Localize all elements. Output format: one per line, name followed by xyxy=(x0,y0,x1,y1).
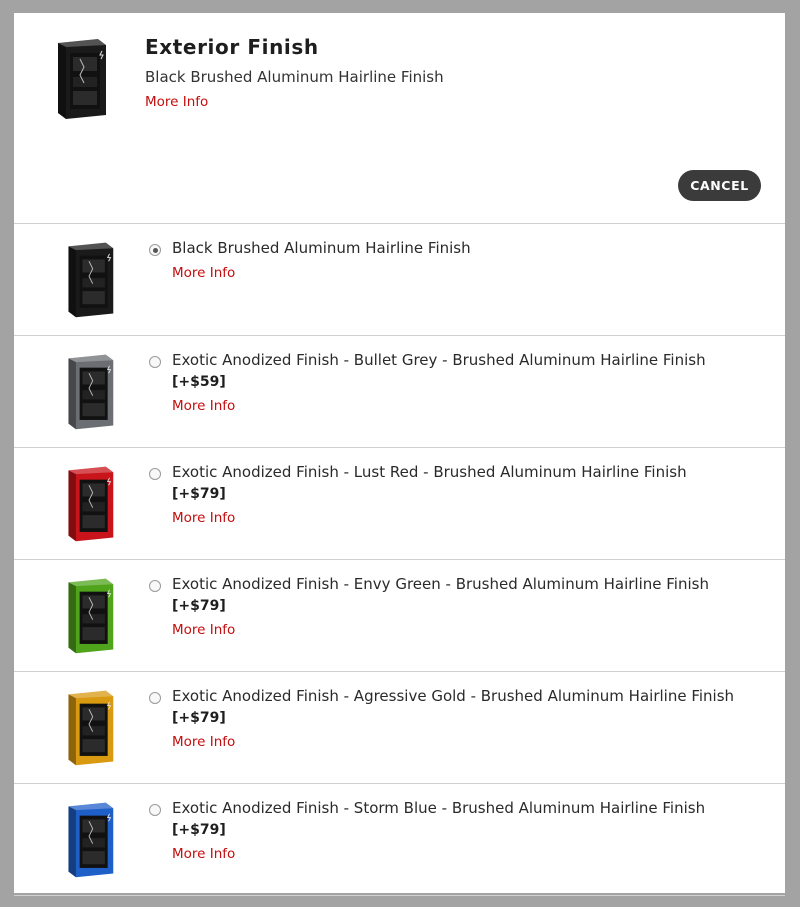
finish-option-name: Exotic Anodized Finish - Storm Blue - Br… xyxy=(172,799,706,817)
finish-radio[interactable] xyxy=(149,468,161,480)
black-case-icon xyxy=(61,239,117,319)
finish-option-name: Exotic Anodized Finish - Agressive Gold … xyxy=(172,687,735,705)
more-info-link[interactable]: More Info xyxy=(172,510,235,526)
green-case-icon xyxy=(61,575,117,655)
finish-radio[interactable] xyxy=(149,692,161,704)
more-info-link[interactable]: More Info xyxy=(172,622,235,638)
finish-option[interactable]: Exotic Anodized Finish - Agressive Gold … xyxy=(14,672,785,784)
finish-option-price: [+$79] xyxy=(172,822,226,838)
finish-option[interactable]: Black Brushed Aluminum Hairline Finish Mo… xyxy=(14,224,785,336)
finish-option-price: [+$79] xyxy=(172,598,226,614)
finish-option-name: Exotic Anodized Finish - Lust Red - Brus… xyxy=(172,463,687,481)
cancel-button[interactable]: CANCEL xyxy=(678,170,761,201)
more-info-link[interactable]: More Info xyxy=(172,398,235,414)
finish-option[interactable]: Exotic Anodized Finish - Storm Blue - Br… xyxy=(14,784,785,896)
exterior-finish-dialog: Exterior Finish Black Brushed Aluminum H… xyxy=(14,13,785,896)
finish-option-name: Exotic Anodized Finish - Envy Green - Br… xyxy=(172,575,709,593)
more-info-link[interactable]: More Info xyxy=(172,265,235,281)
finish-option-name: Black Brushed Aluminum Hairline Finish xyxy=(172,239,471,257)
dialog-title: Exterior Finish xyxy=(145,35,319,59)
header-more-info-link[interactable]: More Info xyxy=(145,94,208,110)
red-case-icon xyxy=(61,463,117,543)
finish-option[interactable]: Exotic Anodized Finish - Bullet Grey - B… xyxy=(14,336,785,448)
finish-option[interactable]: Exotic Anodized Finish - Envy Green - Br… xyxy=(14,560,785,672)
finish-radio[interactable] xyxy=(149,580,161,592)
finish-option[interactable]: Exotic Anodized Finish - Lust Red - Brus… xyxy=(14,448,785,560)
gold-case-icon xyxy=(61,687,117,767)
selected-case-thumbnail xyxy=(50,37,110,119)
selected-finish-name: Black Brushed Aluminum Hairline Finish xyxy=(145,68,444,86)
finish-option-price: [+$79] xyxy=(172,710,226,726)
finish-option-price: [+$79] xyxy=(172,486,226,502)
finish-radio[interactable] xyxy=(149,356,161,368)
more-info-link[interactable]: More Info xyxy=(172,846,235,862)
more-info-link[interactable]: More Info xyxy=(172,734,235,750)
finish-radio[interactable] xyxy=(149,244,161,256)
dialog-header: Exterior Finish Black Brushed Aluminum H… xyxy=(14,13,785,224)
finish-options-list: Black Brushed Aluminum Hairline Finish Mo… xyxy=(14,224,785,896)
grey-case-icon xyxy=(61,351,117,431)
finish-option-price: [+$59] xyxy=(172,374,226,390)
finish-radio[interactable] xyxy=(149,804,161,816)
finish-option-name: Exotic Anodized Finish - Bullet Grey - B… xyxy=(172,351,706,369)
blue-case-icon xyxy=(61,799,117,879)
